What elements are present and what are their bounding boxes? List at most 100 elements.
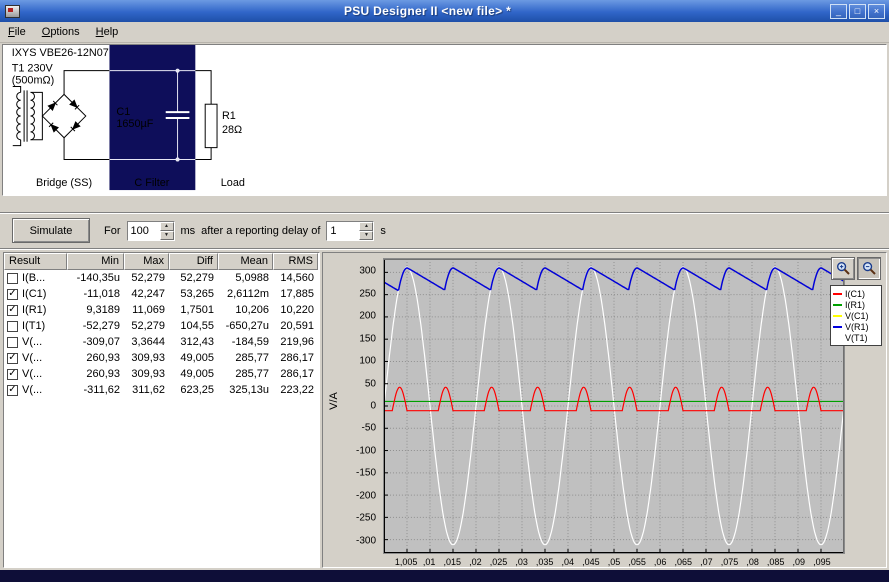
menu-file[interactable]: File — [0, 23, 34, 41]
zoom-in-icon — [836, 261, 850, 275]
legend-item[interactable]: V(R1) — [833, 321, 879, 332]
series-checkbox[interactable]: ✓ — [7, 288, 18, 300]
x-tick-label: ,09 — [792, 557, 806, 567]
menu-options[interactable]: Options — [34, 23, 88, 41]
column-header-max[interactable]: Max — [124, 253, 169, 270]
series-checkbox[interactable]: ✓ — [7, 304, 18, 316]
resistor-label-2: 28Ω — [222, 124, 242, 136]
duration-down-button[interactable]: ▼ — [159, 230, 174, 240]
series-name: I(T1) — [22, 320, 46, 332]
value-cell: 312,43 — [180, 336, 214, 348]
result-cell: ✓ I(R1) — [4, 304, 67, 316]
plot-area[interactable] — [383, 258, 845, 554]
value-cell: 49,005 — [180, 368, 214, 380]
maximize-button[interactable]: □ — [849, 3, 866, 19]
section-label-bridge[interactable]: Bridge (SS) — [36, 177, 92, 189]
value-cell: 52,279 — [131, 320, 165, 332]
result-cell: I(T1) — [4, 320, 67, 332]
app-icon[interactable] — [5, 4, 20, 18]
zoom-in-button[interactable] — [831, 257, 855, 280]
transformer-label-2: (500mΩ) — [12, 74, 54, 86]
legend-swatch — [833, 325, 842, 328]
plot-panel: V/A 300 250 200 150 100 50 0 -50 -100 -150 -200 -25… — [322, 252, 887, 568]
legend-label: I(C1) — [845, 288, 865, 299]
titlebar[interactable]: PSU Designer II <new file> * _ □ × — [0, 0, 889, 22]
value-cell: -184,59 — [231, 336, 269, 348]
result-cell: ✓ I(C1) — [4, 288, 67, 300]
value-cell: 10,206 — [235, 304, 269, 316]
value-cell: 9,3189 — [86, 304, 120, 316]
value-cell: 285,77 — [235, 368, 269, 380]
delay-down-button[interactable]: ▼ — [359, 230, 374, 240]
table-row: I(B... -140,35u 52,279 52,279 5,0988 14,560 — [4, 270, 319, 286]
transformer-symbol[interactable] — [12, 85, 43, 147]
menu-help[interactable]: Help — [88, 23, 127, 41]
y-tick-label: -100 — [355, 445, 376, 457]
circuit-schematic: IXYS VBE26-12N07 T1 230V (500mΩ) C1 1650… — [12, 45, 245, 191]
close-button[interactable]: × — [868, 3, 885, 19]
result-cell: ✓ V(... — [4, 368, 67, 380]
series-checkbox[interactable]: ✓ — [7, 352, 18, 364]
duration-input[interactable] — [127, 221, 160, 240]
value-cell: 3,3644 — [131, 336, 165, 348]
legend-item[interactable]: I(C1) — [833, 288, 879, 299]
results-panel: Result Min Max Diff Mean RMS I(B... -140,35u 52… — [3, 252, 320, 568]
column-header-diff[interactable]: Diff — [169, 253, 218, 270]
bridge-rectifier-symbol[interactable] — [41, 93, 87, 139]
value-cell: 14,560 — [280, 272, 314, 284]
menubar: File Options Help — [0, 22, 889, 43]
legend-item[interactable]: I(R1) — [833, 299, 879, 310]
section-label-load[interactable]: Load — [221, 177, 245, 189]
value-cell: 20,591 — [280, 320, 314, 332]
section-label-cfilter[interactable]: C Filter — [134, 177, 169, 189]
x-tick-label: ,02 — [469, 557, 482, 567]
series-checkbox[interactable] — [7, 336, 18, 348]
zoom-out-button[interactable] — [857, 257, 881, 280]
column-header-mean[interactable]: Mean — [218, 253, 273, 270]
y-tick-label: -200 — [355, 490, 376, 502]
x-tick-label: 1,005 — [394, 557, 418, 567]
value-cell: 53,265 — [180, 288, 214, 300]
series-checkbox[interactable] — [7, 320, 18, 332]
series-checkbox[interactable] — [7, 272, 18, 284]
result-cell: V(... — [4, 336, 67, 348]
value-cell: 223,22 — [280, 384, 314, 396]
delay-input[interactable] — [327, 221, 360, 240]
result-cell: ✓ V(... — [4, 352, 67, 364]
table-row: I(T1) -52,279 52,279 104,55 -650,27u 20,591 — [4, 318, 319, 334]
series-checkbox[interactable]: ✓ — [7, 368, 18, 380]
column-header-rms[interactable]: RMS — [273, 253, 318, 270]
series-name: V(... — [22, 352, 43, 364]
value-cell: 49,005 — [180, 352, 214, 364]
value-cell: -309,07 — [82, 336, 120, 348]
duration-up-button[interactable]: ▲ — [159, 221, 174, 231]
y-tick-label: 100 — [359, 355, 376, 367]
resistor-symbol[interactable] — [204, 103, 218, 149]
value-cell: 42,247 — [131, 288, 165, 300]
schematic-panel: IXYS VBE26-12N07 T1 230V (500mΩ) C1 1650… — [2, 44, 887, 196]
value-cell: 11,069 — [132, 304, 165, 316]
x-tick-label: ,035 — [535, 557, 554, 567]
series-checkbox[interactable]: ✓ — [7, 384, 18, 396]
y-tick-label: -50 — [361, 422, 376, 434]
value-cell: -11,018 — [83, 288, 121, 300]
minimize-button[interactable]: _ — [830, 3, 847, 19]
ms-label: ms — [180, 224, 196, 237]
desktop-strip — [0, 570, 889, 582]
value-cell: -140,35u — [76, 272, 120, 284]
column-header-min[interactable]: Min — [67, 253, 124, 270]
legend-item[interactable]: V(T1) — [833, 332, 879, 343]
column-header-result[interactable]: Result — [4, 253, 67, 270]
y-tick-label: 50 — [364, 378, 376, 390]
value-cell: 1,7501 — [180, 304, 214, 316]
x-tick-label: ,04 — [561, 557, 575, 567]
value-cell: 285,77 — [235, 352, 269, 364]
result-cell: I(B... — [4, 272, 67, 284]
simulate-button[interactable]: Simulate — [12, 218, 90, 243]
series-name: I(C1) — [22, 288, 47, 300]
delay-up-button[interactable]: ▲ — [359, 221, 374, 231]
legend-item[interactable]: V(C1) — [833, 310, 879, 321]
legend-swatch — [833, 292, 842, 295]
value-cell: 286,17 — [280, 368, 314, 380]
y-tick-label: 250 — [359, 288, 376, 300]
